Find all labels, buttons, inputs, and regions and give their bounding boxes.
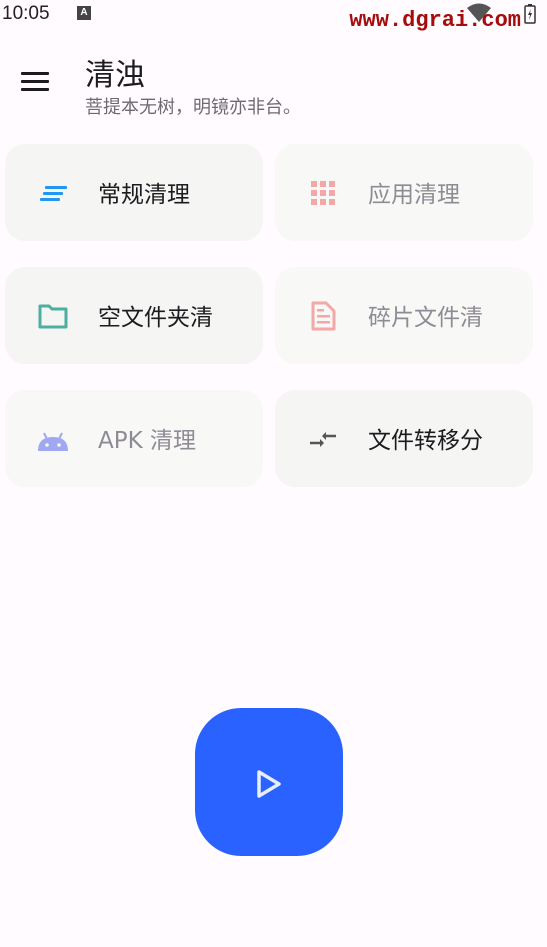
card-app-clean[interactable]: 应用清理 [275,144,533,241]
card-empty-folder-clean[interactable]: 空文件夹清 [5,267,263,364]
document-icon [311,301,336,331]
card-label: 空文件夹清 [98,305,213,331]
play-icon [257,770,281,798]
notification-icon: A [77,6,91,20]
card-file-transfer[interactable]: 文件转移分 [275,390,533,487]
android-icon [38,432,68,451]
card-label: 常规清理 [98,182,190,208]
lines-icon [40,186,67,201]
status-bar: 10:05 A www.dgrai.com [0,0,547,33]
card-general-clean[interactable]: 常规清理 [5,144,263,241]
app-subtitle: 菩提本无树，明镜亦非台。 [85,97,301,118]
grid-icon [311,181,335,205]
card-label: 碎片文件清 [368,305,483,331]
app-title: 清浊 [85,58,145,93]
card-label: 文件转移分 [368,428,483,454]
card-label: 应用清理 [368,182,460,208]
start-button[interactable] [195,708,343,856]
card-apk-clean[interactable]: APK 清理 [5,390,263,487]
battery-icon [524,4,536,24]
card-fragment-clean[interactable]: 碎片文件清 [275,267,533,364]
transfer-icon [310,432,336,447]
card-label: APK 清理 [98,428,196,454]
status-time: 10:05 [2,3,50,24]
watermark: www.dgrai.com [349,8,521,33]
folder-icon [38,304,68,329]
menu-icon [21,72,49,75]
menu-button[interactable] [18,66,52,96]
